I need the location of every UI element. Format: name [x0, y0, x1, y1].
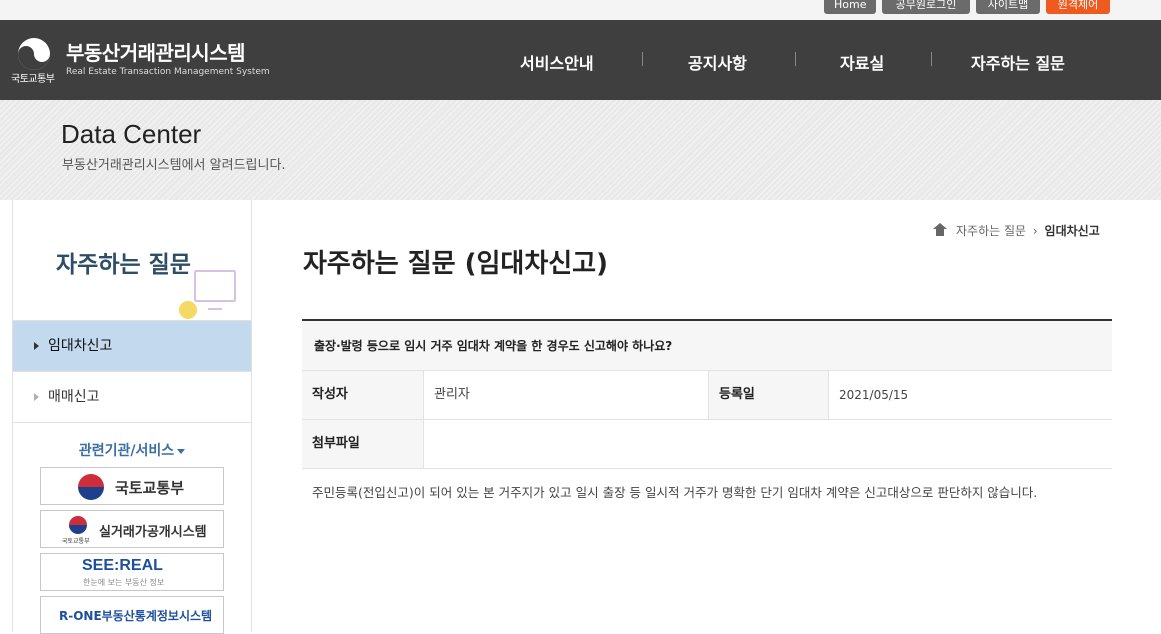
chevron-right-icon: ›: [1032, 224, 1038, 238]
sitemap-button[interactable]: 사이트맵: [976, 0, 1040, 14]
attachment-row: 첨부파일: [302, 420, 1112, 469]
rone-link[interactable]: R-ONE부동산통계정보시스템: [40, 596, 224, 634]
author-label: 작성자: [302, 371, 423, 419]
nav-separator: [642, 52, 643, 66]
breadcrumb: 자주하는 질문 › 임대차신고: [956, 222, 1100, 239]
author-value: 관리자: [423, 371, 708, 419]
page-banner: Data Center 부동산거래관리시스템에서 알려드립니다.: [0, 100, 1161, 200]
remote-control-button[interactable]: 원격제어: [1046, 0, 1110, 14]
nav-service-guide[interactable]: 서비스안내: [520, 50, 594, 74]
decorative-dot-icon: [179, 301, 197, 319]
site-subtitle: Real Estate Transaction Management Syste…: [66, 67, 270, 77]
molit-small-label: 국토교통부: [62, 538, 90, 545]
attachment-value: [423, 420, 1112, 468]
official-login-button[interactable]: 공무원로그인: [882, 0, 970, 14]
seereal-link[interactable]: SEE:REAL 한눈에 보는 부동산 정보: [40, 553, 224, 591]
date-label: 등록일: [708, 371, 828, 419]
sidebar-header: 자주하는 질문: [13, 200, 251, 321]
faq-detail-table: 출장·발령 등으로 임시 거주 임대차 계약을 한 경우도 신고해야 하나요? …: [302, 319, 1112, 469]
date-value: 2021/05/15: [828, 371, 1112, 419]
sidebar-item-label: 매매신고: [48, 389, 100, 405]
related-services-label: 관련기관/서비스: [78, 443, 175, 459]
page-title: 자주하는 질문 (임대차신고): [303, 249, 608, 279]
taegeuk-emblem-icon: [69, 516, 87, 534]
seereal-logo: SEE:REAL: [82, 557, 163, 574]
sidebar-item-label: 임대차신고: [48, 338, 113, 354]
rone-label: R-ONE부동산통계정보시스템: [59, 609, 213, 623]
meta-row: 작성자 관리자 등록일 2021/05/15: [302, 371, 1112, 420]
breadcrumb-section[interactable]: 자주하는 질문: [956, 224, 1026, 238]
question-row: 출장·발령 등으로 임시 거주 임대차 계약을 한 경우도 신고해야 하나요?: [302, 321, 1112, 371]
nav-separator: [795, 52, 796, 66]
monitor-icon: [194, 270, 236, 310]
nav-faq[interactable]: 자주하는 질문: [971, 50, 1065, 74]
caret-down-icon: [177, 448, 186, 454]
ministry-name: 국토교통부: [11, 74, 55, 85]
banner-title: Data Center: [61, 119, 202, 149]
site-header: 국토교통부 부동산거래관리시스템 Real Estate Transaction…: [0, 20, 1161, 100]
sidebar-title: 자주하는 질문: [56, 252, 191, 278]
nav-data-room[interactable]: 자료실: [840, 50, 884, 74]
attachment-label: 첨부파일: [302, 420, 423, 468]
related-services-toggle[interactable]: 관련기관/서비스: [13, 440, 251, 460]
nav-separator: [931, 52, 932, 66]
real-price-link[interactable]: 국토교통부 실거래가공개시스템: [40, 510, 224, 548]
taegeuk-emblem-icon: [78, 474, 104, 500]
site-title[interactable]: 부동산거래관리시스템: [66, 37, 246, 66]
arrow-right-icon: [34, 342, 39, 350]
banner-subtitle: 부동산거래관리시스템에서 알려드립니다.: [62, 158, 286, 173]
question-text: 출장·발령 등으로 임시 거주 임대차 계약을 한 경우도 신고해야 하나요?: [314, 339, 673, 353]
sidebar: 자주하는 질문 임대차신고 매매신고 관련기관/서비스 국토교통부 국토교통부 …: [12, 200, 252, 634]
arrow-right-icon: [34, 393, 39, 401]
real-price-label: 실거래가공개시스템: [99, 525, 207, 540]
seereal-tagline: 한눈에 보는 부동산 정보: [83, 578, 165, 587]
home-icon[interactable]: [933, 223, 947, 236]
sidebar-item-lease-report[interactable]: 임대차신고: [13, 321, 251, 372]
molit-link[interactable]: 국토교통부: [40, 467, 224, 505]
ministry-emblem-icon[interactable]: [18, 38, 50, 70]
answer-body: 주민등록(전입신고)이 되어 있는 본 거주지가 있고 일시 출장 등 일시적 …: [312, 485, 1038, 500]
home-button[interactable]: Home: [824, 0, 876, 14]
sidebar-item-sale-report[interactable]: 매매신고: [13, 372, 251, 423]
breadcrumb-current: 임대차신고: [1044, 224, 1100, 238]
nav-notices[interactable]: 공지사항: [688, 50, 747, 74]
utility-bar: Home 공무원로그인 사이트맵 원격제어: [0, 0, 1161, 20]
molit-label: 국토교통부: [115, 479, 185, 497]
